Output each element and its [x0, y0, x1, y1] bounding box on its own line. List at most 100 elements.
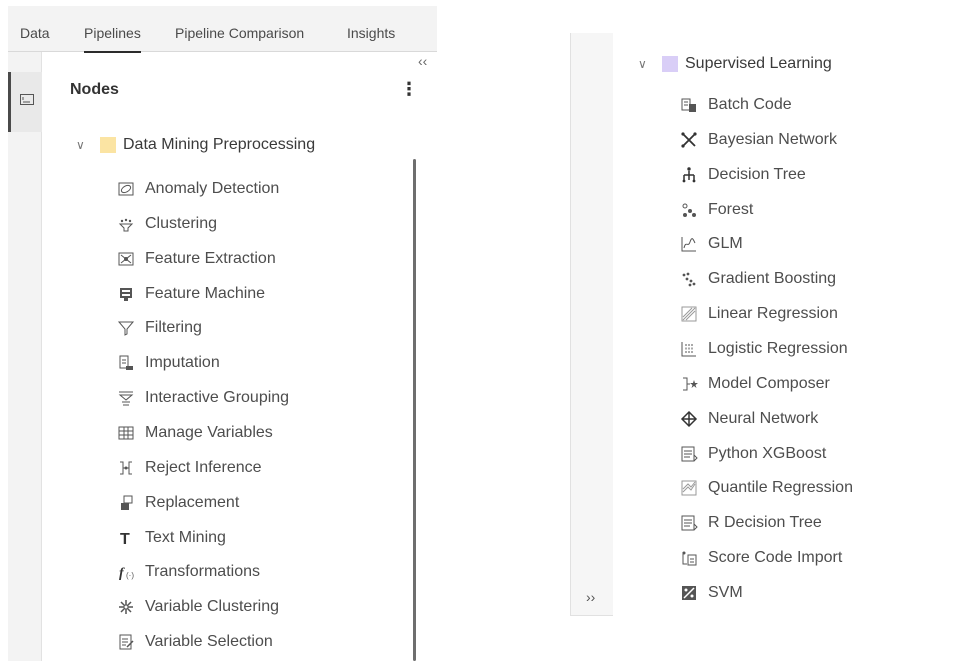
- node-item[interactable]: Score Code Import: [679, 546, 842, 570]
- scrollbar[interactable]: [413, 159, 416, 661]
- node-item-label: Quantile Regression: [708, 479, 853, 497]
- group-color-swatch: [100, 137, 116, 153]
- node-item[interactable]: Model Composer: [679, 372, 830, 396]
- node-item-label: Bayesian Network: [708, 130, 837, 148]
- node-item-label: Clustering: [145, 214, 218, 232]
- node-item[interactable]: Interactive Grouping: [116, 386, 289, 410]
- node-item[interactable]: SVM: [679, 581, 743, 605]
- glm-icon: [679, 234, 699, 254]
- node-item[interactable]: Bayesian Network: [679, 128, 837, 152]
- node-item-label: Variable Selection: [145, 633, 273, 651]
- node-item-label: Logistic Regression: [708, 339, 848, 357]
- text-mining-icon: T: [116, 528, 136, 548]
- nodes-title: Nodes: [70, 81, 119, 98]
- node-item[interactable]: Gradient Boosting: [679, 267, 836, 291]
- more-options-icon[interactable]: ⋮: [400, 78, 418, 100]
- node-item[interactable]: Imputation: [116, 351, 220, 375]
- node-item[interactable]: Variable Clustering: [116, 595, 279, 619]
- node-item[interactable]: T Text Mining: [116, 526, 226, 550]
- node-item-label: Forest: [708, 200, 754, 218]
- decision-tree-icon: [679, 165, 699, 185]
- node-item[interactable]: Filtering: [116, 316, 202, 340]
- batch-code-icon: [679, 95, 699, 115]
- node-item-label: Batch Code: [708, 96, 792, 113]
- node-item-label: Feature Machine: [145, 284, 266, 302]
- forest-icon: [679, 200, 699, 220]
- group-header-data-mining-preprocessing[interactable]: ∨ Data Mining Preprocessing: [76, 136, 315, 154]
- node-item[interactable]: Replacement: [116, 491, 239, 515]
- group-label: Supervised Learning: [685, 55, 832, 72]
- linear-regression-icon: [679, 304, 699, 324]
- neural-network-icon: [679, 409, 699, 429]
- divider: [570, 615, 613, 616]
- expand-panel-button[interactable]: ››: [586, 589, 595, 605]
- replacement-icon: [116, 493, 136, 513]
- node-item[interactable]: Feature Extraction: [116, 247, 276, 271]
- node-item[interactable]: Reject Inference: [116, 456, 262, 480]
- node-item-label: Transformations: [145, 563, 260, 581]
- interactive-grouping-icon: [116, 388, 136, 408]
- logistic-regression-icon: [679, 339, 699, 359]
- model-composer-icon: [679, 374, 699, 394]
- node-item[interactable]: Variable Selection: [116, 630, 273, 654]
- quantile-regression-icon: [679, 478, 699, 498]
- collapse-panel-button[interactable]: ‹‹: [418, 53, 427, 69]
- node-item-label: Interactive Grouping: [145, 389, 290, 407]
- node-item-label: Neural Network: [708, 409, 819, 427]
- svm-icon: [679, 583, 699, 603]
- node-item-label: Filtering: [145, 319, 202, 337]
- node-item[interactable]: Clustering: [116, 212, 217, 236]
- node-item[interactable]: GLM: [679, 232, 743, 256]
- node-item-label: Feature Extraction: [145, 249, 276, 267]
- node-item-label: SVM: [708, 583, 743, 601]
- node-item-label: Replacement: [145, 493, 240, 511]
- node-item[interactable]: Anomaly Detection: [116, 177, 279, 201]
- node-item[interactable]: Logistic Regression: [679, 337, 848, 361]
- nodes-pane-toggle-button[interactable]: [8, 72, 42, 132]
- node-item[interactable]: Python XGBoost: [679, 442, 826, 466]
- tab-insights[interactable]: Insights: [347, 6, 395, 52]
- group-header-supervised-learning[interactable]: ∨ Supervised Learning: [638, 55, 832, 73]
- node-item[interactable]: Quantile Regression: [679, 476, 853, 500]
- gradient-boosting-icon: [679, 269, 699, 289]
- tab-pipelines[interactable]: Pipelines: [84, 6, 141, 53]
- node-item[interactable]: Manage Variables: [116, 421, 273, 445]
- tab-bar: Data Pipelines Pipeline Comparison Insig…: [8, 6, 437, 53]
- node-item[interactable]: Decision Tree: [679, 163, 806, 187]
- feature-machine-icon: [116, 284, 136, 304]
- group-label: Data Mining Preprocessing: [123, 136, 316, 153]
- bayesian-network-icon: [679, 130, 699, 150]
- tab-data[interactable]: Data: [20, 6, 50, 52]
- node-item-label: R Decision Tree: [708, 514, 822, 532]
- chevron-down-icon: ∨: [638, 57, 647, 71]
- node-item-label: Python XGBoost: [708, 444, 827, 462]
- node-item[interactable]: Feature Machine: [116, 282, 265, 306]
- python-xgboost-icon: [679, 444, 699, 464]
- node-item-label: Variable Clustering: [145, 598, 279, 616]
- node-item-label: Manage Variables: [145, 423, 273, 441]
- variable-selection-icon: [116, 632, 136, 652]
- tab-pipeline-comparison[interactable]: Pipeline Comparison: [175, 6, 304, 52]
- node-item[interactable]: Forest: [679, 198, 753, 222]
- node-item-label: Text Mining: [145, 528, 226, 546]
- node-item-label: GLM: [708, 235, 743, 253]
- variable-clustering-icon: [116, 597, 136, 617]
- side-rail: [8, 52, 42, 661]
- divider: [570, 33, 571, 616]
- nodes-pane-icon: [20, 94, 34, 105]
- node-item-label: Gradient Boosting: [708, 270, 837, 288]
- clustering-icon: [116, 214, 136, 234]
- node-item-label: Anomaly Detection: [145, 180, 280, 197]
- node-item[interactable]: f (·) Transformations: [116, 560, 260, 584]
- r-decision-tree-icon: [679, 513, 699, 533]
- node-item-label: Model Composer: [708, 374, 830, 392]
- node-item[interactable]: R Decision Tree: [679, 511, 822, 535]
- node-item[interactable]: Batch Code: [679, 93, 792, 117]
- reject-inference-icon: [116, 458, 136, 478]
- node-item[interactable]: Neural Network: [679, 407, 818, 431]
- score-code-import-icon: [679, 548, 699, 568]
- node-item-label: Linear Regression: [708, 305, 838, 323]
- node-item[interactable]: Linear Regression: [679, 302, 838, 326]
- node-item-label: Decision Tree: [708, 165, 806, 183]
- svg-text:f: f: [119, 566, 125, 581]
